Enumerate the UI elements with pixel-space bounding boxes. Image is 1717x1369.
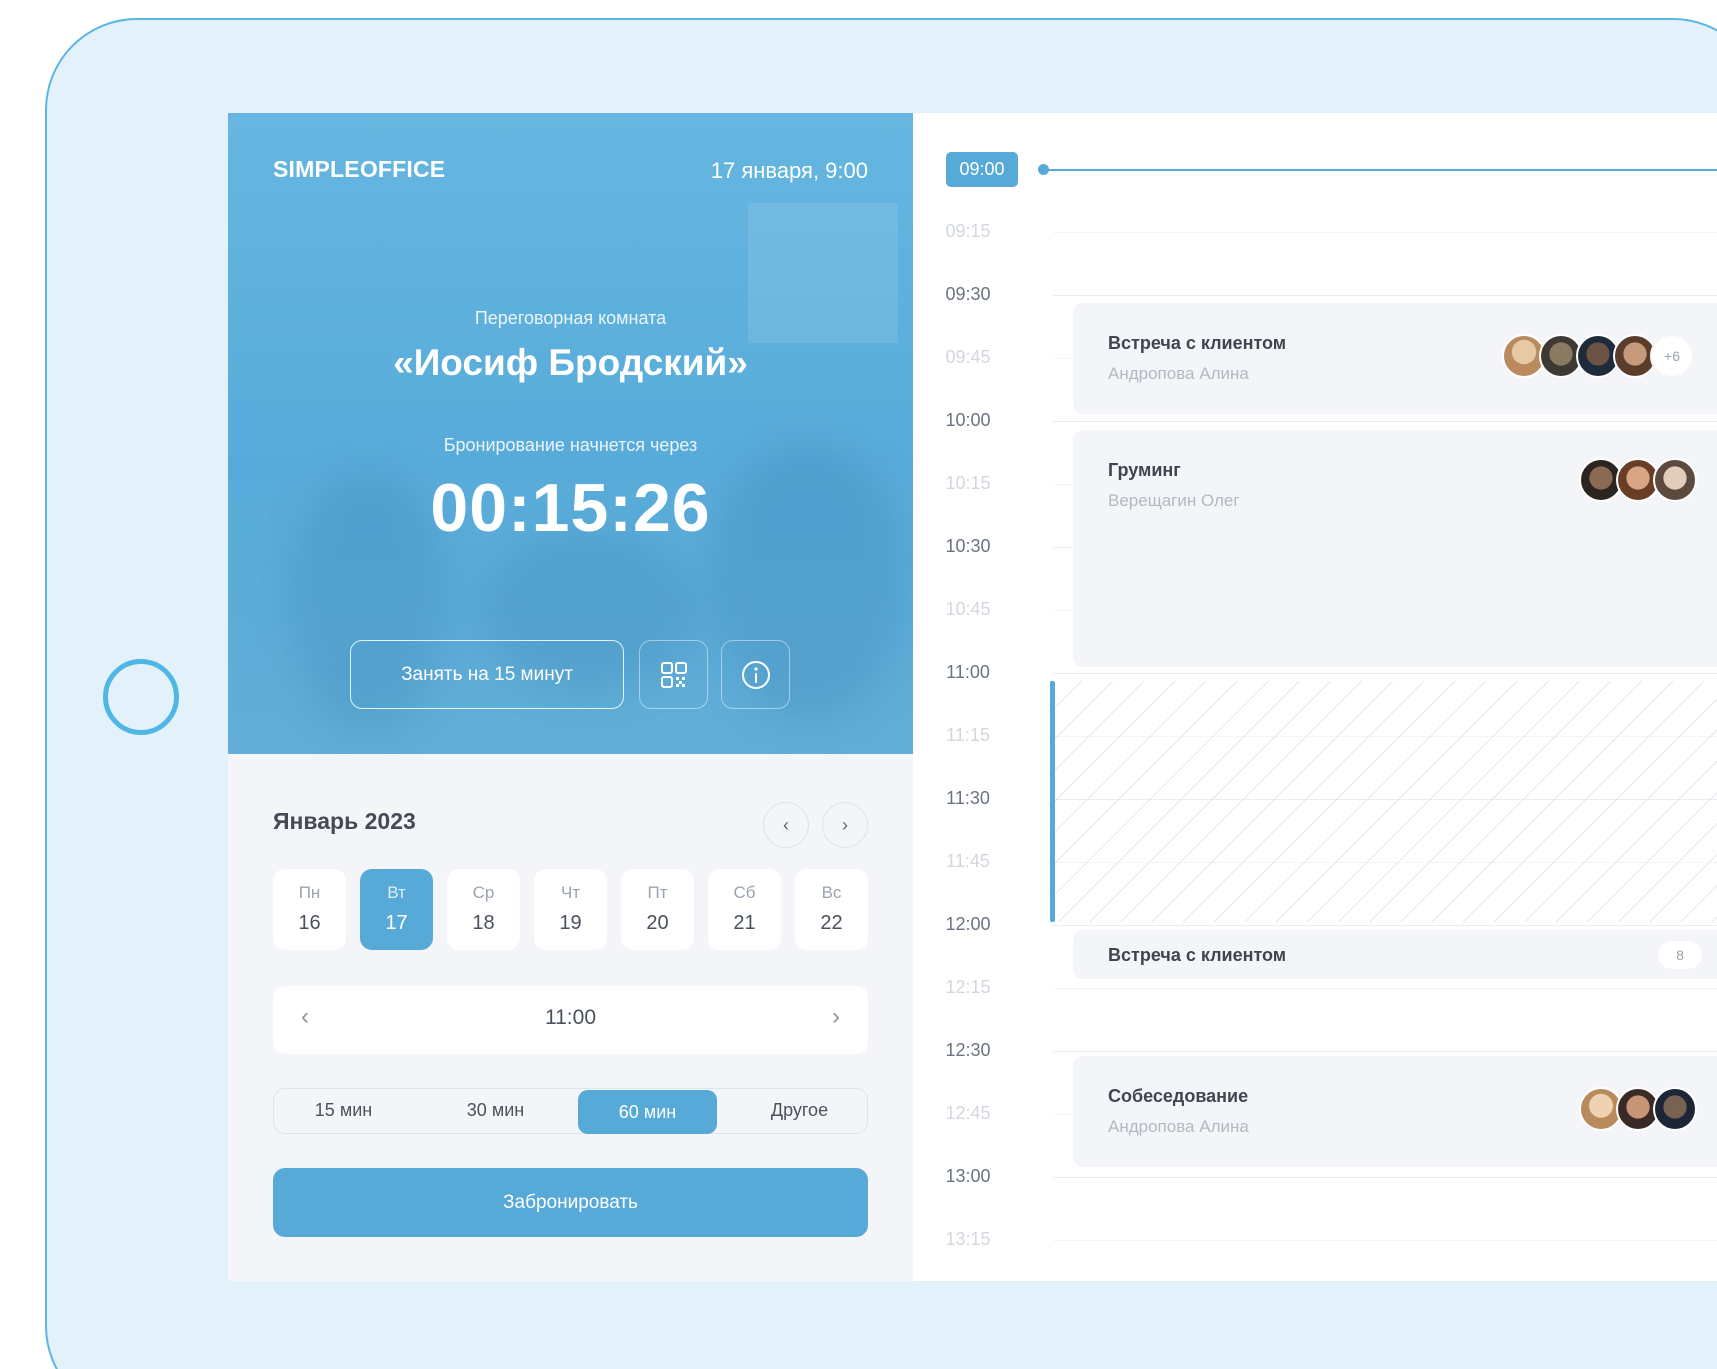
time-slot-label: 13:15 (945, 1229, 991, 1249)
day-sunday[interactable]: Вс 22 (795, 869, 868, 950)
day-date: 21 (733, 912, 756, 934)
duration-other[interactable]: Другое (730, 1089, 869, 1132)
time-gridline (1053, 988, 1717, 989)
time-value: 11:00 (545, 1006, 596, 1029)
duration-15-min[interactable]: 15 мин (274, 1089, 413, 1132)
day-date: 17 (385, 912, 408, 934)
time-gridline (1053, 1177, 1717, 1178)
day-name: Сб (733, 883, 756, 902)
book-button[interactable]: Забронировать (273, 1168, 868, 1237)
event-organizer: Андропова Алина (1108, 364, 1249, 383)
day-wednesday[interactable]: Ср 18 (447, 869, 520, 950)
time-slot-label: 10:45 (945, 599, 991, 619)
schedule-timeline: 09:15 09:30 09:45 10:00 10:15 10:30 10:45 11:00… (913, 113, 1717, 1281)
time-slot-label: 10:00 (945, 410, 991, 430)
time-slot-label: 12:00 (945, 914, 991, 934)
time-picker: ‹ 11:00 › (273, 986, 868, 1054)
event-title: Встреча с клиентом (1108, 333, 1287, 353)
time-gridline (1053, 232, 1717, 233)
duration-30-min[interactable]: 30 мин (426, 1089, 565, 1132)
room-caption: Переговорная комната (474, 308, 667, 328)
current-datetime: 17 января, 9:00 (710, 158, 868, 183)
chevron-right-icon: › (842, 814, 848, 835)
time-slot-label: 12:15 (945, 977, 991, 997)
countdown-timer: 00:15:26 (430, 470, 711, 546)
time-gridline (1053, 1051, 1717, 1052)
day-date: 16 (298, 912, 321, 934)
day-date: 20 (646, 912, 669, 934)
info-button[interactable] (721, 640, 790, 709)
selected-time-range[interactable] (1050, 681, 1717, 922)
time-slot-label: 09:15 (945, 221, 991, 241)
time-slot-label: 09:45 (945, 347, 991, 367)
time-slot-label: 11:00 (946, 662, 990, 682)
tablet-screen: SIMPLEOFFICE 17 января, 9:00 Переговорна… (228, 113, 1717, 1281)
time-slot-label: 12:30 (945, 1040, 991, 1060)
duration-60-min[interactable]: 60 мин (578, 1090, 717, 1134)
day-name: Вт (387, 883, 406, 902)
current-time-line (1048, 169, 1717, 171)
day-monday[interactable]: Пн 16 (273, 869, 346, 950)
next-week-button[interactable]: › (822, 802, 868, 848)
time-gridline (1053, 421, 1717, 422)
time-slot-label: 11:15 (946, 725, 990, 745)
time-gridline (1053, 673, 1717, 674)
event-card[interactable]: Встреча с клиентом 8 (1073, 930, 1717, 979)
more-participants[interactable]: +6 (1650, 334, 1694, 378)
event-card[interactable]: Груминг Верещагин Олег (1073, 430, 1717, 667)
chevron-left-icon: ‹ (783, 814, 789, 835)
event-title: Встреча с клиентом (1108, 945, 1287, 965)
day-name: Пн (298, 883, 321, 902)
room-name: «Иосиф Бродский» (393, 342, 748, 383)
day-name: Пт (647, 883, 668, 902)
participant-avatars: +6 (1502, 334, 1694, 378)
day-date: 18 (472, 912, 495, 934)
day-saturday[interactable]: Сб 21 (708, 869, 781, 950)
brand-logo: SIMPLEOFFICE (273, 156, 446, 182)
prev-week-button[interactable]: ‹ (763, 802, 809, 848)
day-date: 22 (820, 912, 843, 934)
info-icon (741, 660, 770, 689)
event-card[interactable]: Встреча с клиентом Андропова Алина +6 (1073, 303, 1717, 414)
time-slot-label: 10:15 (945, 473, 991, 493)
calendar-month: Январь 2023 (273, 808, 416, 834)
avatar (1653, 1087, 1697, 1131)
event-card[interactable]: Собеседование Андропова Алина (1073, 1056, 1717, 1167)
room-status-hero: SIMPLEOFFICE 17 января, 9:00 Переговорна… (228, 113, 913, 754)
day-thursday[interactable]: Чт 19 (534, 869, 607, 950)
qr-code-icon (660, 661, 687, 688)
participant-count: 8 (1658, 941, 1702, 969)
time-slot-label: 10:30 (945, 536, 991, 556)
event-organizer: Андропова Алина (1108, 1117, 1249, 1136)
time-slot-label: 11:45 (946, 851, 990, 871)
occupy-15-min-button[interactable]: Занять на 15 минут (350, 640, 624, 709)
day-name: Ср (472, 883, 495, 902)
current-time-badge: 09:00 (946, 152, 1018, 187)
countdown-caption: Бронирование начнется через (443, 435, 698, 455)
duration-selector: 15 мин 30 мин 60 мин Другое (273, 1088, 868, 1134)
time-slot-label: 12:45 (945, 1103, 991, 1123)
page: SIMPLEOFFICE 17 января, 9:00 Переговорна… (0, 0, 1717, 1369)
time-slot-label: 13:00 (945, 1166, 991, 1186)
time-next-button[interactable]: › (832, 1003, 840, 1031)
time-gridline (1053, 925, 1717, 926)
day-tuesday[interactable]: Вт 17 (360, 869, 433, 950)
event-title: Собеседование (1108, 1086, 1249, 1106)
day-name: Вс (821, 883, 842, 902)
day-date: 19 (559, 912, 582, 934)
time-gridline (1053, 295, 1717, 296)
day-name: Чт (560, 883, 581, 902)
time-slot-label: 11:30 (946, 788, 990, 808)
avatar (1653, 458, 1697, 502)
participant-avatars (1579, 458, 1697, 502)
time-slot-label: 09:30 (945, 284, 991, 304)
home-button[interactable] (103, 659, 179, 735)
day-friday[interactable]: Пт 20 (621, 869, 694, 950)
event-organizer: Верещагин Олег (1108, 491, 1240, 510)
event-title: Груминг (1108, 460, 1181, 480)
participant-avatars (1579, 1087, 1697, 1131)
qr-code-button[interactable] (639, 640, 708, 709)
time-gridline (1053, 1240, 1717, 1241)
